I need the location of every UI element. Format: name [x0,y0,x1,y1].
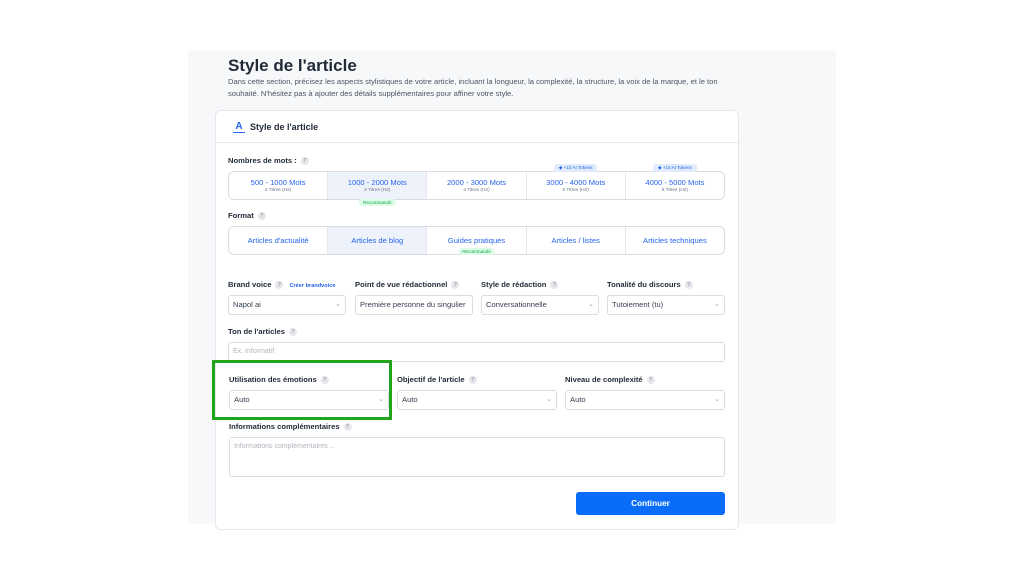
objective-label: Objectif de l'article? [397,375,477,384]
info-icon[interactable]: ? [646,376,655,384]
additional-info-label: Informations complémentaires? [229,422,352,431]
info-icon[interactable]: ? [550,281,559,289]
highlight-box [212,360,392,420]
format-option-technical[interactable]: Articles techniques [626,227,724,254]
info-icon[interactable]: ? [684,281,693,289]
brand-voice-select[interactable]: Napol ai ⌄ [228,295,346,315]
word-count-option-2000-3000[interactable]: 2000 - 3000 Mots 4 Titres (H2) [427,172,527,199]
format-label: Format? [228,211,266,220]
info-icon[interactable]: ? [257,212,266,220]
format-selector: Articles d'actualité Articles de blog Gu… [228,226,725,255]
chevron-down-icon: ⌄ [546,396,552,403]
word-count-label: Nombres de mots :? [228,156,309,165]
info-icon[interactable]: ? [468,376,477,384]
point-of-view-select[interactable]: Première personne du singulier [355,295,473,315]
page-description: Dans cette section, précisez les aspects… [228,77,718,98]
info-icon[interactable]: ? [275,281,284,289]
card-header: A Style de l'article [216,111,738,143]
writing-style-label: Style de rédaction? [481,280,559,289]
additional-info-textarea[interactable]: Informations complémentaires ... [229,437,725,477]
ai-tokens-badge: ◆ +10 AI Tokens [553,164,598,172]
text-style-icon: A [233,121,245,133]
chevron-down-icon: ⌄ [588,301,594,308]
info-icon[interactable]: ? [288,328,297,336]
ai-tokens-badge: ◆ +15 AI Tokens [653,164,697,172]
tone-label: Tonalité du discours? [607,280,693,289]
complexity-label: Niveau de complexité? [565,375,655,384]
word-count-option-1000-2000[interactable]: 1000 - 2000 Mots 3 Titres (H2) Recommand… [328,172,428,206]
chevron-down-icon: ⌄ [335,301,341,308]
complexity-select[interactable]: Auto ⌄ [565,390,725,410]
format-option-lists[interactable]: Articles / listes [527,227,626,254]
article-tone-label: Ton de l'articles? [228,327,297,336]
word-count-option-3000-4000[interactable]: ◆ +10 AI Tokens 3000 - 4000 Mots 5 Titre… [527,164,626,199]
objective-select[interactable]: Auto ⌄ [397,390,557,410]
word-count-selector: 500 - 1000 Mots 2 Titres (H2) 1000 - 200… [228,164,725,206]
brand-voice-label: Brand voice? Créer brandvoice [228,280,336,289]
tone-select[interactable]: Tutoiement (tu) ⌄ [607,295,725,315]
card-title: Style de l'article [250,122,319,132]
word-count-option-500-1000[interactable]: 500 - 1000 Mots 2 Titres (H2) [229,172,329,199]
writing-style-select[interactable]: Conversationnelle ⌄ [481,295,599,315]
format-option-news[interactable]: Articles d'actualité [229,227,329,254]
info-icon[interactable]: ? [300,157,309,165]
recommended-badge: Recommandé [458,248,495,255]
word-count-option-4000-5000[interactable]: ◆ +15 AI Tokens 4000 - 5000 Mots 6 Titre… [626,164,724,199]
info-icon[interactable]: ? [451,281,460,289]
continue-button[interactable]: Continuer [576,492,725,515]
point-of-view-label: Point de vue rédactionnel? [355,280,460,289]
create-brandvoice-link[interactable]: Créer brandvoice [289,283,335,289]
recommended-badge: Recommandé [358,199,396,206]
chevron-down-icon: ⌄ [714,301,720,308]
article-tone-input[interactable]: Ex. Informatif [228,342,725,362]
info-icon[interactable]: ? [343,423,352,431]
chevron-down-icon: ⌄ [714,396,720,403]
page-title: Style de l'article [228,56,357,75]
format-option-blog[interactable]: Articles de blog [328,227,428,254]
format-option-guides[interactable]: Guides pratiques Recommandé [427,227,527,255]
